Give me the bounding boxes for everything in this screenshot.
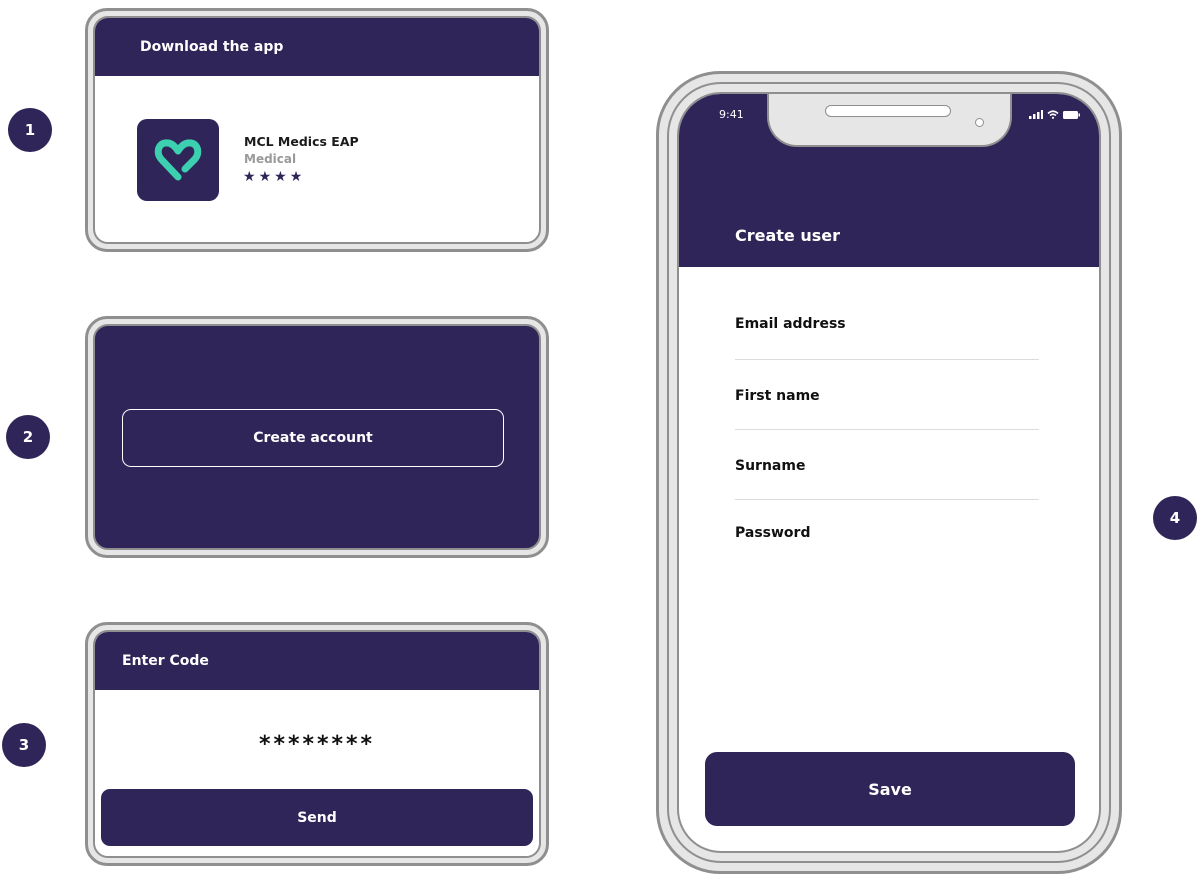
save-button[interactable]: Save bbox=[705, 752, 1075, 826]
phone-screen: 9:41 Create user Email address First nam… bbox=[677, 92, 1101, 853]
signal-icon bbox=[1029, 110, 1043, 119]
create-account-button[interactable]: Create account bbox=[122, 409, 504, 467]
wifi-icon bbox=[1047, 110, 1059, 119]
password-label: Password bbox=[735, 525, 811, 541]
step-number-4: 4 bbox=[1153, 496, 1197, 540]
star-icon: ★ bbox=[289, 169, 303, 185]
step-number-2: 2 bbox=[6, 415, 50, 459]
step-number-3: 3 bbox=[2, 723, 46, 767]
download-app-title: Download the app bbox=[140, 39, 284, 55]
first-name-label: First name bbox=[735, 388, 820, 404]
status-icons bbox=[1029, 110, 1080, 119]
enter-code-card: Enter Code ******** Send bbox=[85, 622, 549, 866]
surname-underline bbox=[735, 499, 1039, 500]
download-app-card-inner: Download the app MCL Medics EAP Medical … bbox=[93, 16, 541, 244]
app-icon[interactable] bbox=[137, 119, 219, 201]
download-app-card: Download the app MCL Medics EAP Medical … bbox=[85, 8, 549, 252]
star-icon: ★ bbox=[258, 169, 272, 185]
email-underline bbox=[735, 359, 1039, 360]
enter-code-card-inner: Enter Code ******** Send bbox=[93, 630, 541, 858]
send-button[interactable]: Send bbox=[101, 789, 533, 846]
app-name: MCL Medics EAP bbox=[244, 134, 359, 149]
enter-code-title: Enter Code bbox=[122, 653, 209, 669]
step-number-1: 1 bbox=[8, 108, 52, 152]
enter-code-header: Enter Code bbox=[95, 632, 539, 690]
app-category: Medical bbox=[244, 152, 297, 166]
phone-notch bbox=[767, 94, 1012, 147]
create-user-title: Create user bbox=[735, 226, 841, 245]
star-icon: ★ bbox=[274, 169, 287, 185]
speaker-icon bbox=[825, 105, 951, 117]
camera-icon bbox=[975, 118, 984, 127]
app-rating: ★ ★ ★ ★ bbox=[243, 169, 302, 185]
app-listing[interactable]: MCL Medics EAP Medical ★ ★ ★ ★ bbox=[95, 76, 539, 242]
email-label: Email address bbox=[735, 316, 846, 332]
download-app-header: Download the app bbox=[95, 18, 539, 76]
star-icon: ★ bbox=[243, 169, 256, 185]
code-input[interactable]: ******** bbox=[95, 732, 539, 757]
status-time: 9:41 bbox=[719, 108, 744, 121]
create-account-card: Create account bbox=[85, 316, 549, 558]
create-account-card-inner: Create account bbox=[93, 324, 541, 550]
surname-label: Surname bbox=[735, 458, 806, 474]
first-name-underline bbox=[735, 429, 1039, 430]
battery-icon bbox=[1063, 110, 1080, 119]
heart-logo-icon bbox=[154, 139, 202, 181]
